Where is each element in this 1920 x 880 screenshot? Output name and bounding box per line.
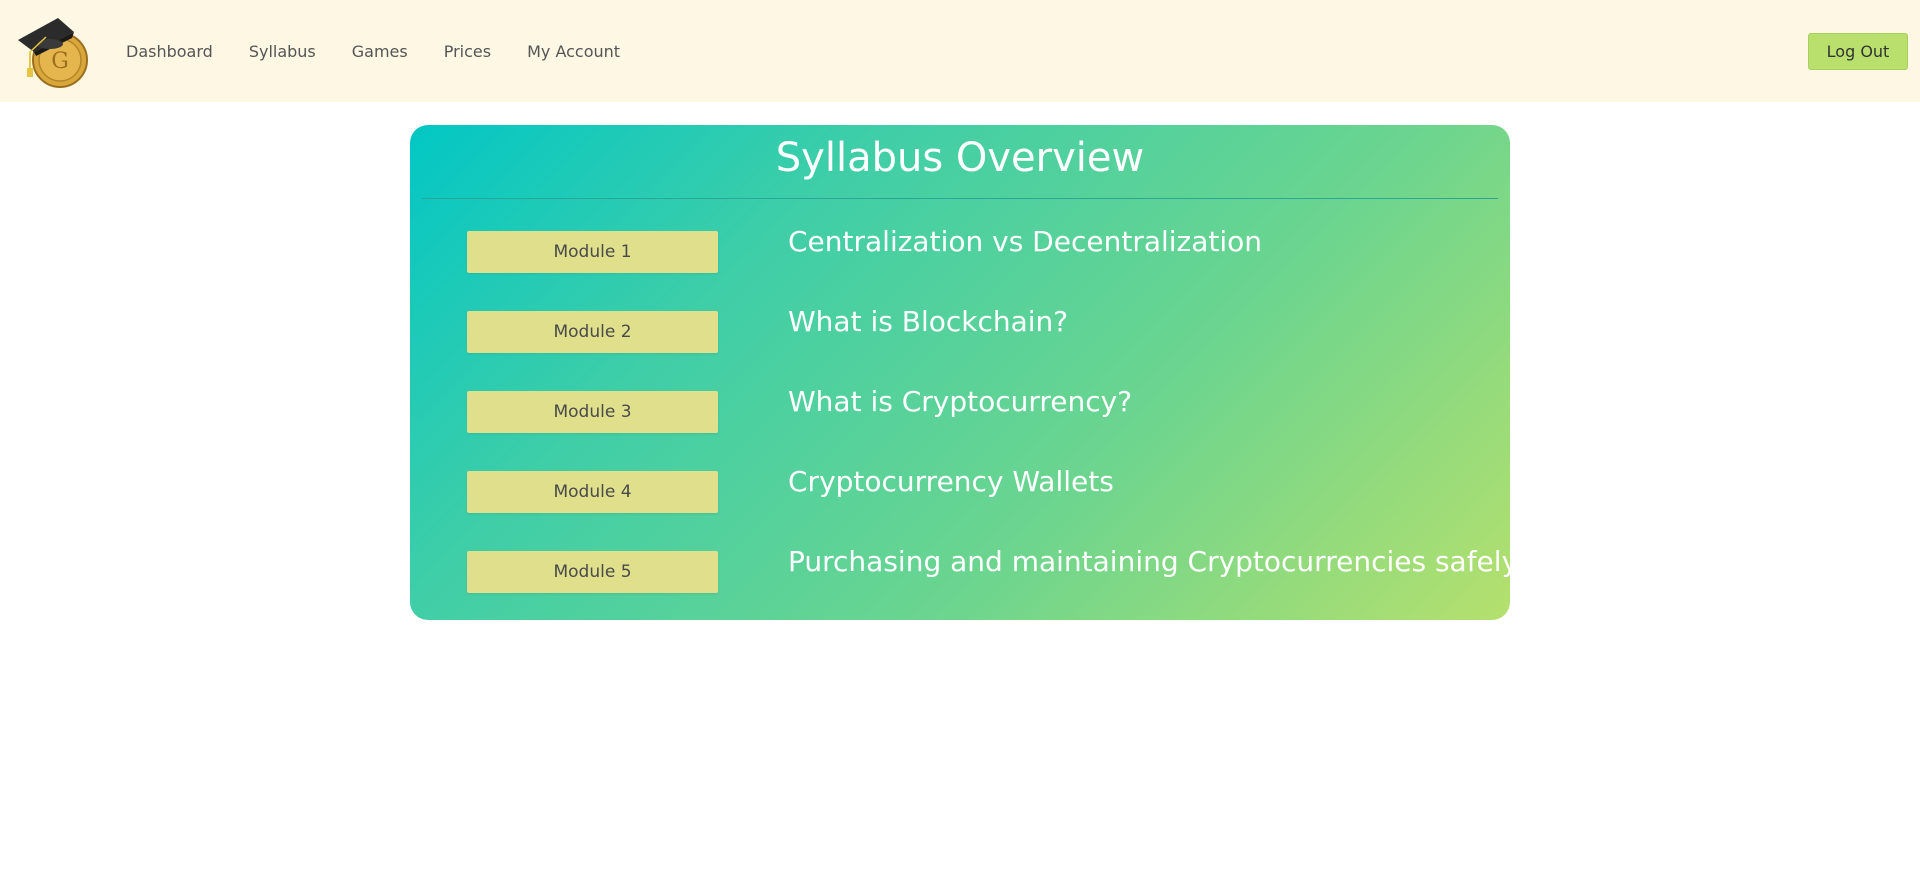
syllabus-overview-card: Syllabus Overview Module 1 Centralizatio… [410, 125, 1510, 620]
nav-link-games[interactable]: Games [352, 42, 408, 61]
module-2-button[interactable]: Module 2 [467, 311, 718, 353]
page-title: Syllabus Overview [775, 135, 1145, 181]
module-row: Module 3 What is Cryptocurrency? [410, 385, 1510, 435]
module-5-title[interactable]: Purchasing and maintaining Cryptocurrenc… [788, 545, 1510, 578]
module-row: Module 4 Cryptocurrency Wallets [410, 465, 1510, 515]
module-row: Module 2 What is Blockchain? [410, 305, 1510, 355]
module-2-title[interactable]: What is Blockchain? [788, 305, 1068, 338]
svg-text:G: G [51, 49, 69, 74]
module-4-title[interactable]: Cryptocurrency Wallets [788, 465, 1114, 498]
module-1-button[interactable]: Module 1 [467, 231, 718, 273]
nav-link-my-account[interactable]: My Account [527, 42, 620, 61]
nav-link-prices[interactable]: Prices [444, 42, 491, 61]
logout-button[interactable]: Log Out [1808, 33, 1908, 70]
logo-graduation-cap-coin-icon[interactable]: G [16, 10, 94, 90]
module-row: Module 5 Purchasing and maintaining Cryp… [410, 545, 1510, 595]
main-nav: Dashboard Syllabus Games Prices My Accou… [126, 0, 656, 102]
title-divider [422, 198, 1498, 199]
module-row: Module 1 Centralization vs Decentralizat… [410, 225, 1510, 275]
module-1-title[interactable]: Centralization vs Decentralization [788, 225, 1262, 258]
nav-link-syllabus[interactable]: Syllabus [249, 42, 316, 61]
module-3-button[interactable]: Module 3 [467, 391, 718, 433]
navbar: G Dashboard Syllabus Games Prices My Acc… [0, 0, 1920, 102]
module-4-button[interactable]: Module 4 [467, 471, 718, 513]
module-5-button[interactable]: Module 5 [467, 551, 718, 593]
module-3-title[interactable]: What is Cryptocurrency? [788, 385, 1132, 418]
nav-link-dashboard[interactable]: Dashboard [126, 42, 213, 61]
